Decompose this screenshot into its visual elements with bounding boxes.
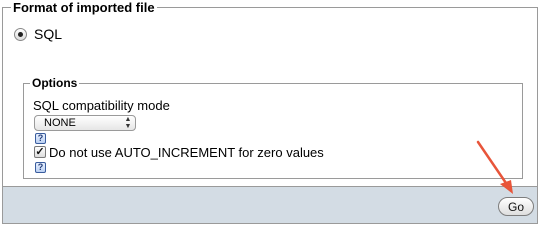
sql-compat-mode-value: NONE — [44, 117, 76, 129]
sql-compat-mode-select[interactable]: NONE ▲ ▼ — [34, 115, 136, 131]
format-sql-label[interactable]: SQL — [34, 26, 62, 42]
go-button[interactable]: Go — [498, 197, 534, 216]
help-icon[interactable]: ? — [35, 133, 46, 144]
form-footer: Go — [2, 186, 538, 224]
help-icon[interactable]: ? — [35, 162, 46, 173]
no-auto-increment-label[interactable]: Do not use AUTO_INCREMENT for zero value… — [49, 145, 324, 160]
options-legend: Options — [30, 76, 80, 91]
import-format-fieldset: Format of imported file SQL Options SQL … — [2, 0, 538, 186]
radio-selected-dot — [18, 32, 23, 37]
options-fieldset: Options SQL compatibility mode NONE ▲ ▼ ?… — [23, 76, 523, 179]
select-arrows-icon: ▲ ▼ — [124, 116, 132, 130]
no-auto-increment-checkbox[interactable]: ✓ — [34, 146, 46, 158]
import-format-legend: Format of imported file — [11, 0, 157, 15]
format-sql-radio[interactable] — [14, 28, 27, 41]
sql-compat-mode-label: SQL compatibility mode — [33, 98, 170, 113]
